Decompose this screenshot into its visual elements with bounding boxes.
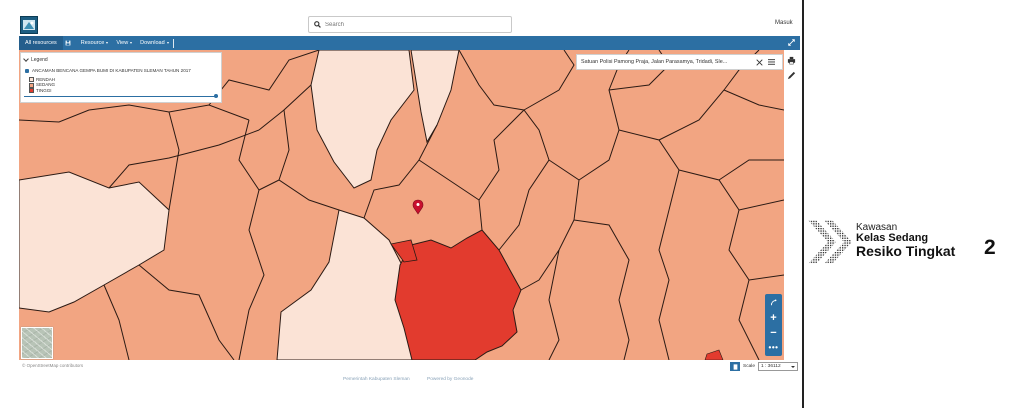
legend-layer-name: ANCAMAN BENCANA GEMPA BUMI DI KABUPATEN … [32,68,191,73]
chevron-down-icon [106,42,109,44]
print-icon[interactable] [786,55,796,65]
legend-items: RENDAH SEDANG TINGGI [29,77,56,94]
identify-result-panel: Satuan Polisi Pamong Praja, Jalan Parasa… [576,54,783,70]
main-navbar: All resources Resource View Download [19,36,800,50]
nav-divider [172,38,174,48]
nav-resource-menu[interactable]: Resource [81,40,109,46]
footer-link-pemkab[interactable]: Pemerintah Kabupaten Sleman [343,377,410,382]
panel-divider [802,0,804,408]
page-icon[interactable] [730,362,740,371]
search-input[interactable] [325,21,495,28]
nav-all-resources[interactable]: All resources [19,36,63,50]
map-attribution: © OpenStreetMap contributors [22,363,84,368]
legend-item-label: RENDAH [36,77,56,82]
chevron-down-icon [791,365,795,368]
footer-link-geonode[interactable]: Powered by Geonode [427,377,473,382]
fullscreen-icon[interactable] [788,39,795,48]
chevron-down-icon [130,42,133,44]
chevron-down-icon [166,42,169,44]
risk-banner: Kawasan Kelas Sedang Resiko Tingkat 2 [806,216,1014,268]
legend-swatch [29,88,34,94]
save-icon[interactable] [65,40,71,46]
site-logo[interactable] [20,16,38,34]
login-link[interactable]: Masuk [775,20,793,26]
search-box[interactable] [308,16,512,33]
legend-panel: Legend ANCAMAN BENCANA GEMPA BUMI DI KAB… [20,52,222,103]
nav-download-label: Download [140,40,165,46]
legend-swatch [29,82,34,88]
more-options-button[interactable]: ••• [765,340,782,355]
opacity-slider-track[interactable] [24,96,218,97]
legend-toggle[interactable]: Legend [23,56,48,63]
layer-checkbox[interactable] [25,68,29,73]
legend-title: Legend [31,57,48,63]
legend-layer-row[interactable]: ANCAMAN BENCANA GEMPA BUMI DI KABUPATEN … [25,68,191,73]
legend-item-tinggi: TINGGI [29,87,55,94]
opacity-slider-handle[interactable] [214,94,218,98]
chevron-pattern-icon [808,220,852,264]
legend-item-label: SEDANG [36,82,56,88]
pencil-icon[interactable] [786,70,796,80]
geonode-map-app: Masuk All resources Resource View Downlo… [0,0,802,408]
locate-icon[interactable] [765,295,782,310]
map-controls: + − ••• [765,294,782,356]
scale-select[interactable]: 1 : 36112 [758,362,798,371]
zoom-out-button[interactable]: − [765,325,782,340]
banner-level-number: 2 [984,236,996,259]
nav-resource-label: Resource [80,40,105,46]
nav-view-label: View [116,40,129,46]
legend-item-label: TINGGI [36,87,52,93]
close-icon[interactable] [753,58,765,66]
banner-line-3: Resiko Tingkat [856,243,956,259]
chevron-down-icon [23,56,29,62]
scale-control: Scale 1 : 36112 [730,362,798,371]
identify-result-text: Satuan Polisi Pamong Praja, Jalan Parasa… [581,59,728,65]
search-icon [309,21,325,28]
menu-icon[interactable] [765,59,777,65]
zoom-in-button[interactable]: + [765,310,782,325]
nav-view-menu[interactable]: View [116,40,133,46]
basemap-switcher[interactable] [21,327,53,359]
scale-label: Scale [743,364,755,369]
nav-download-menu[interactable]: Download [140,40,169,46]
scale-value: 1 : 36112 [761,364,781,369]
map-canvas[interactable]: Legend ANCAMAN BENCANA GEMPA BUMI DI KAB… [19,50,784,360]
